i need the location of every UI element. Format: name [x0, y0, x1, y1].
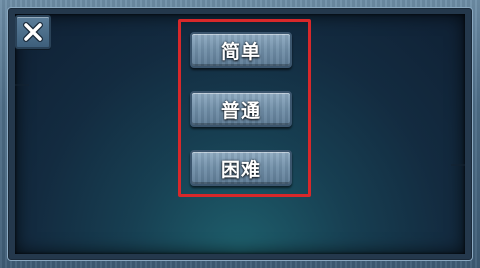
frame-crack [451, 164, 465, 166]
difficulty-easy-label: 简单 [220, 40, 261, 63]
close-x-icon [23, 22, 43, 42]
difficulty-normal-label: 普通 [220, 99, 261, 122]
frame-crack [15, 84, 29, 86]
difficulty-hard-button[interactable]: 困难 [190, 150, 292, 186]
difficulty-easy-button[interactable]: 简单 [190, 32, 292, 68]
difficulty-dialog: 简单 普通 困难 [0, 0, 480, 268]
difficulty-hard-label: 困难 [220, 158, 261, 181]
close-button[interactable] [15, 15, 51, 49]
difficulty-normal-button[interactable]: 普通 [190, 91, 292, 127]
